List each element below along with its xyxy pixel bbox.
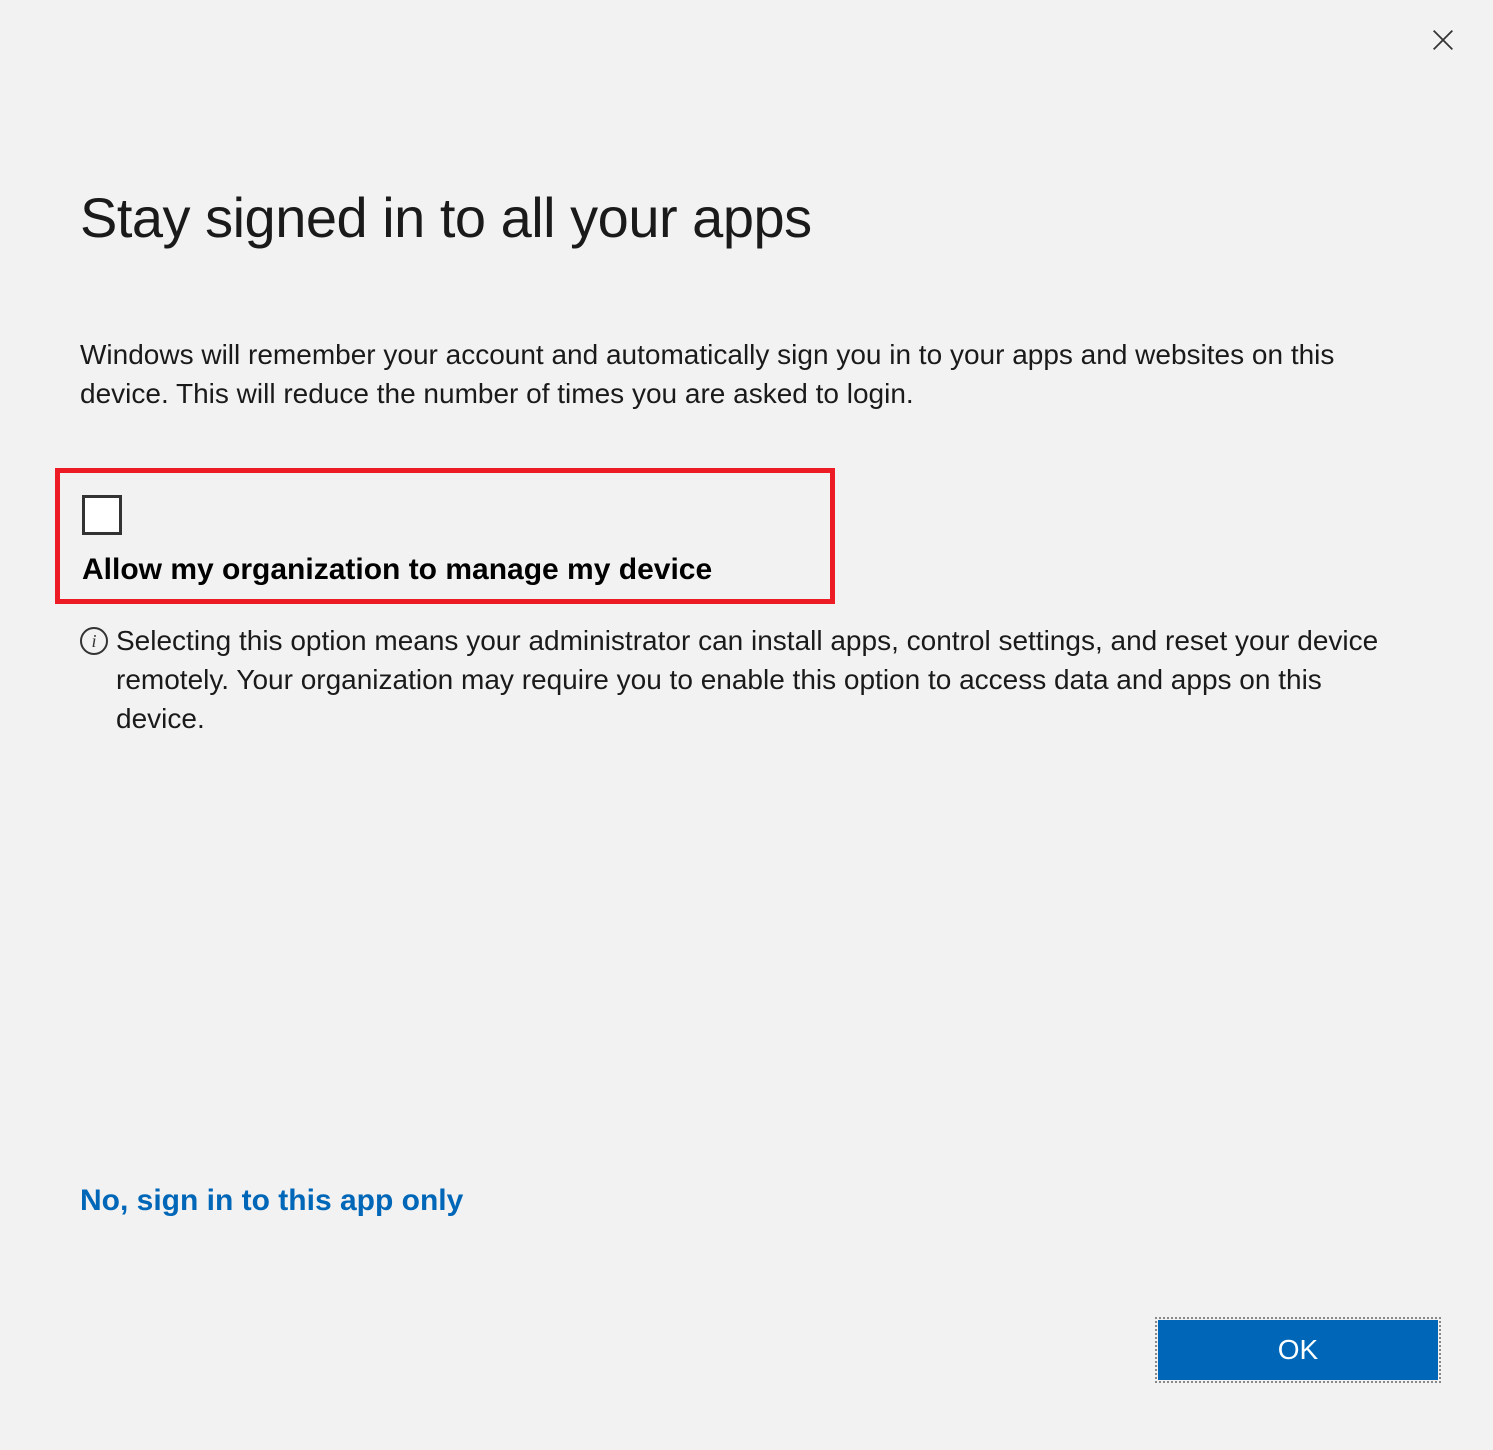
checkbox-group: Allow my organization to manage my devic… [82,495,808,587]
highlighted-option: Allow my organization to manage my devic… [55,468,835,604]
org-manage-checkbox[interactable] [82,495,122,535]
close-button[interactable] [1423,20,1463,60]
close-icon [1429,26,1457,54]
dialog-title: Stay signed in to all your apps [80,185,1413,250]
dialog-content: Stay signed in to all your apps Windows … [0,0,1493,738]
signin-dialog: Stay signed in to all your apps Windows … [0,0,1493,1450]
org-manage-checkbox-label: Allow my organization to manage my devic… [82,553,808,587]
ok-button[interactable]: OK [1158,1320,1438,1380]
dialog-description: Windows will remember your account and a… [80,335,1413,413]
info-row: i Selecting this option means your admin… [80,622,1413,738]
sign-in-app-only-link[interactable]: No, sign in to this app only [80,1184,463,1218]
info-icon: i [80,627,108,655]
info-text: Selecting this option means your adminis… [116,622,1413,738]
